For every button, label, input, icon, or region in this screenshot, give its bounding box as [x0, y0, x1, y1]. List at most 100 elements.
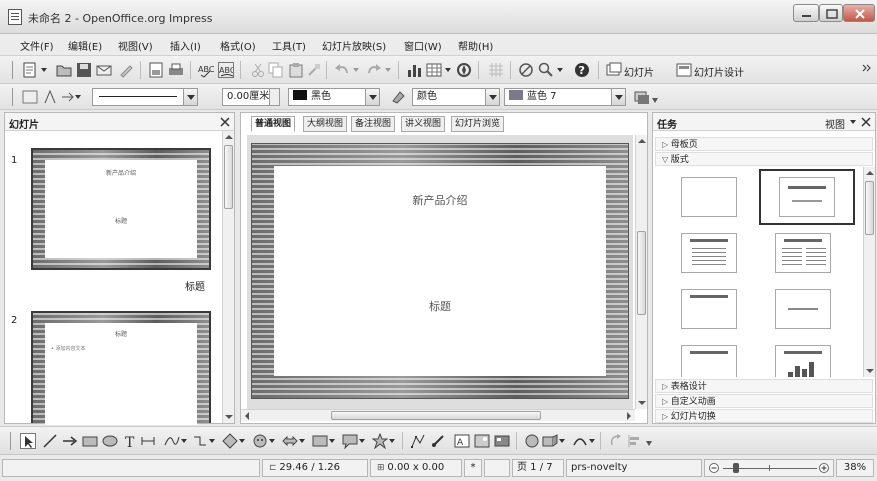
- save-icon[interactable]: [76, 62, 92, 78]
- glue-points-icon[interactable]: [430, 433, 446, 449]
- minimize-button[interactable]: [793, 4, 819, 22]
- scroll-left-icon[interactable]: [243, 411, 251, 421]
- line-tool-icon[interactable]: [42, 433, 58, 449]
- section-slide-transition[interactable]: ▷ 幻灯片切换: [655, 409, 873, 423]
- slide-thumbnail-2[interactable]: 标题 • 添加内容文本: [31, 311, 211, 425]
- menu-slideshow[interactable]: 幻灯片放映(S): [322, 38, 386, 53]
- chevron-down-icon[interactable]: [352, 66, 360, 74]
- slides-vertical-scrollbar[interactable]: [222, 131, 234, 423]
- chevron-down-icon[interactable]: [558, 437, 566, 445]
- section-master-pages[interactable]: ▷ 母板页: [655, 137, 873, 151]
- chevron-down-icon[interactable]: [556, 66, 564, 74]
- menu-help[interactable]: 帮助(H): [458, 38, 493, 53]
- email-icon[interactable]: [96, 62, 112, 78]
- layout-title-content[interactable]: [681, 233, 737, 273]
- vertical-text-icon[interactable]: [140, 433, 156, 449]
- chevron-down-icon[interactable]: [384, 66, 392, 74]
- status-modified-indicator[interactable]: *: [464, 459, 482, 477]
- table-icon[interactable]: [426, 62, 442, 78]
- gallery-icon[interactable]: [494, 433, 510, 449]
- layout-centered-text[interactable]: [775, 289, 831, 329]
- fontwork-icon[interactable]: A: [454, 433, 470, 449]
- print-icon[interactable]: [168, 62, 184, 78]
- zoom-slider[interactable]: [704, 459, 834, 477]
- close-window-button[interactable]: [843, 4, 875, 22]
- scrollbar-thumb[interactable]: [224, 145, 233, 209]
- spinner-buttons[interactable]: [269, 89, 279, 105]
- from-file-icon[interactable]: [474, 433, 490, 449]
- zoom-icon[interactable]: [538, 62, 554, 78]
- layout-title-only[interactable]: [681, 289, 737, 329]
- section-table-design[interactable]: ▷ 表格设计: [655, 379, 873, 393]
- chevron-down-icon[interactable]: [40, 66, 48, 74]
- zoom-out-icon[interactable]: [709, 463, 719, 473]
- fill-color-select[interactable]: 蓝色 7: [504, 88, 626, 106]
- paste-icon[interactable]: [288, 62, 304, 78]
- menu-format[interactable]: 格式(O): [220, 38, 256, 53]
- toolbar-grip[interactable]: [10, 432, 11, 450]
- scroll-down-icon[interactable]: [637, 399, 647, 407]
- chart-icon[interactable]: [406, 62, 422, 78]
- open-folder-icon[interactable]: [56, 62, 72, 78]
- status-zoom-value[interactable]: 38%: [836, 459, 874, 477]
- scroll-up-icon[interactable]: [224, 133, 234, 141]
- toolbar-grip[interactable]: [12, 88, 13, 106]
- redo-icon[interactable]: [366, 62, 382, 78]
- line-style-dropdown-button[interactable]: [183, 89, 197, 105]
- chevron-down-icon[interactable]: [849, 119, 857, 125]
- tab-outline-view[interactable]: 大纲视图: [303, 116, 348, 132]
- toolbar-grip[interactable]: [12, 61, 13, 79]
- chevron-down-icon[interactable]: [328, 437, 336, 445]
- menu-tools[interactable]: 工具(T): [272, 38, 306, 53]
- copy-icon[interactable]: [268, 62, 284, 78]
- navigator-icon[interactable]: [456, 62, 472, 78]
- layout-title-2content-alt[interactable]: [681, 345, 737, 377]
- select-pointer-icon[interactable]: [20, 433, 36, 449]
- symbol-shapes-icon[interactable]: [252, 433, 268, 449]
- scroll-up-icon[interactable]: [637, 137, 647, 145]
- chevron-down-icon[interactable]: [180, 437, 188, 445]
- menu-file[interactable]: 文件(F): [20, 38, 54, 53]
- edit-file-icon[interactable]: [118, 62, 134, 78]
- chevron-down-icon[interactable]: [298, 437, 306, 445]
- zoom-slider-handle[interactable]: [733, 463, 739, 473]
- close-icon[interactable]: [220, 117, 230, 127]
- text-tool-icon[interactable]: T: [122, 433, 138, 449]
- ellipse-tool-icon[interactable]: [102, 433, 118, 449]
- arrow-tool-icon[interactable]: [62, 433, 78, 449]
- more-options-icon[interactable]: [862, 62, 872, 78]
- autospellcheck-icon[interactable]: ABC: [218, 62, 234, 78]
- area-style-icon[interactable]: [390, 89, 406, 105]
- new-slide-icon[interactable]: [606, 62, 622, 78]
- chevron-down-icon[interactable]: [74, 93, 82, 101]
- scrollbar-thumb[interactable]: [331, 411, 541, 420]
- scroll-up-icon[interactable]: [865, 169, 875, 177]
- callouts-icon[interactable]: [342, 433, 358, 449]
- toolbar-expand-icon[interactable]: [652, 98, 658, 104]
- line-color-dropdown-button[interactable]: [365, 89, 379, 105]
- layout-title-slide[interactable]: [759, 169, 855, 225]
- extrusion-icon[interactable]: [524, 433, 540, 449]
- section-custom-animation[interactable]: ▷ 自定义动画: [655, 394, 873, 408]
- slide-design-button-label[interactable]: 幻灯片设计: [694, 64, 744, 79]
- scrollbar-thumb[interactable]: [865, 181, 874, 235]
- main-horizontal-scrollbar[interactable]: [241, 409, 635, 421]
- fill-color-dropdown-button[interactable]: [611, 89, 625, 105]
- cut-icon[interactable]: [250, 62, 266, 78]
- area-style-select[interactable]: 颜色: [412, 88, 500, 106]
- menu-window[interactable]: 窗口(W): [404, 38, 442, 53]
- line-width-spinner[interactable]: 0.00厘米: [222, 88, 280, 106]
- chevron-down-icon[interactable]: [588, 437, 596, 445]
- chevron-down-icon[interactable]: [358, 437, 366, 445]
- scroll-down-icon[interactable]: [224, 413, 234, 421]
- scroll-right-icon[interactable]: [625, 411, 633, 421]
- layout-blank[interactable]: [681, 177, 737, 217]
- line-style-icon[interactable]: [22, 89, 38, 105]
- new-document-icon[interactable]: [22, 62, 38, 78]
- flowchart-icon[interactable]: [312, 433, 328, 449]
- basic-shapes-icon[interactable]: [222, 433, 238, 449]
- curve-tool-icon[interactable]: [164, 433, 180, 449]
- slide-canvas[interactable]: 新产品介绍 标题: [247, 135, 633, 409]
- rotate-icon[interactable]: [608, 433, 624, 449]
- slide-button-label[interactable]: 幻灯片: [624, 64, 654, 79]
